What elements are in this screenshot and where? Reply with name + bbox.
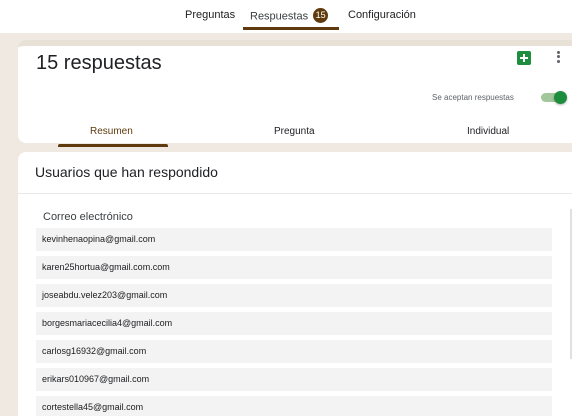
active-view-indicator <box>58 144 168 147</box>
view-tab-individual[interactable]: Individual <box>467 126 509 137</box>
email-row: borgesmariacecilia4@gmail.com <box>36 312 552 335</box>
tab-configuracion[interactable]: Configuración <box>348 9 416 21</box>
more-vert-icon[interactable] <box>554 49 562 67</box>
email-column-header: Correo electrónico <box>43 211 133 223</box>
tab-respuestas-label: Respuestas <box>250 10 309 23</box>
tab-respuestas[interactable]: Respuestas 15 <box>250 8 329 24</box>
responses-count-badge: 15 <box>313 8 329 23</box>
view-tab-pregunta[interactable]: Pregunta <box>274 126 315 137</box>
email-row: karen25hortua@gmail.com.com <box>36 256 552 279</box>
email-row: kevinhenaopina@gmail.com <box>36 228 552 251</box>
email-row: cortestella45@gmail.com <box>36 396 552 416</box>
email-row: carlosg16932@gmail.com <box>36 340 552 363</box>
accepting-responses-toggle[interactable] <box>539 91 567 104</box>
section-divider <box>18 193 572 194</box>
email-row: erikars010967@gmail.com <box>36 368 552 391</box>
view-tab-resumen[interactable]: Resumen <box>90 126 133 137</box>
email-list: kevinhenaopina@gmail.com karen25hortua@g… <box>36 228 552 416</box>
accepting-responses-label: Se aceptan respuestas <box>432 93 514 102</box>
tab-preguntas[interactable]: Preguntas <box>185 9 235 21</box>
responses-summary-card: 15 respuestas Se aceptan respuestas Resu… <box>18 40 572 147</box>
sheets-icon[interactable] <box>517 51 531 65</box>
respondents-title: Usuarios que han respondido <box>35 164 218 180</box>
responses-count-title: 15 respuestas <box>36 52 162 74</box>
toggle-knob <box>554 91 567 104</box>
active-tab-indicator <box>243 27 339 30</box>
email-row: joseabdu.velez203@gmail.com <box>36 284 552 307</box>
respondents-card: Usuarios que han respondido Correo elect… <box>18 152 572 416</box>
form-tabs-bar: Preguntas Respuestas 15 Configuración <box>0 0 572 33</box>
